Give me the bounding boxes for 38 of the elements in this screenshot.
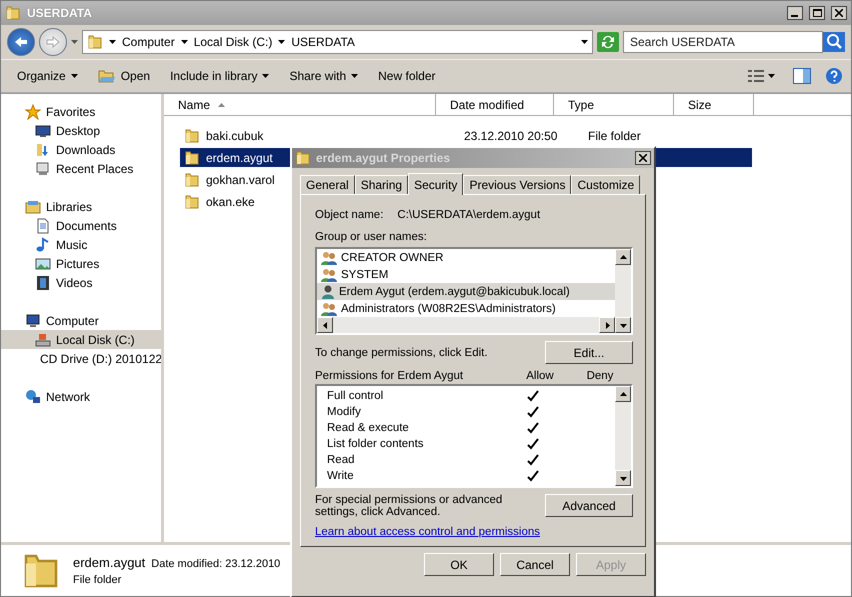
nav-label: Favorites xyxy=(46,104,96,118)
deny-header: Deny xyxy=(586,370,614,382)
nav-label: Videos xyxy=(56,276,92,290)
details-type: File folder xyxy=(73,574,122,586)
advanced-hint-text: For special permissions or advanced settings, click Advanced. xyxy=(315,494,504,518)
file-type: File folder xyxy=(588,128,642,142)
permission-name: List folder contents xyxy=(327,438,425,450)
nav-label: Local Disk (C:) xyxy=(56,332,135,346)
nav-label: Documents xyxy=(56,218,117,232)
permission-name: Modify xyxy=(327,406,362,418)
nav-label: Downloads xyxy=(56,142,116,156)
details-date: Date modified: 23.12.2010 xyxy=(151,558,280,570)
file-date: 23.12.2010 20:50 xyxy=(464,128,558,142)
permission-name: Read & execute xyxy=(327,422,410,434)
group-list-label: Group or user names: xyxy=(315,231,428,243)
permission-name: Write xyxy=(327,470,355,482)
nav-label: Pictures xyxy=(56,256,100,270)
file-name: erdem.aygut xyxy=(206,150,273,164)
allow-header: Allow xyxy=(525,370,555,382)
nav-label: Libraries xyxy=(46,200,92,214)
nav-label: Network xyxy=(46,390,90,404)
permission-name: Read xyxy=(327,454,356,466)
window-title: USERDATA xyxy=(27,6,93,20)
permission-name: Full control xyxy=(327,390,384,402)
nav-label: Music xyxy=(56,238,88,252)
file-name: gokhan.varol xyxy=(206,172,275,186)
object-name-label: Object name: xyxy=(315,209,384,221)
file-name: baki.cubuk xyxy=(206,128,264,142)
nav-label: Computer xyxy=(46,314,99,328)
change-permissions-text: To change permissions, click Edit. xyxy=(315,346,488,358)
dialog-title: erdem.aygut Properties xyxy=(316,151,452,165)
details-name: erdem.aygut xyxy=(73,555,146,570)
file-name: okan.eke xyxy=(206,194,255,208)
object-name-value: C:\USERDATA\erdem.aygut xyxy=(397,209,540,221)
nav-label: CD Drive (D:) 2010122 xyxy=(40,352,161,366)
nav-label: Recent Places xyxy=(56,162,134,176)
nav-label: Desktop xyxy=(56,124,100,138)
permissions-label: Permissions for Erdem Aygut xyxy=(315,370,464,382)
